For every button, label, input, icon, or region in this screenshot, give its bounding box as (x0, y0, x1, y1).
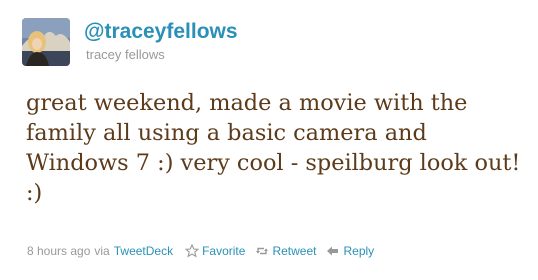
star-icon (185, 244, 200, 258)
tweet-text: great weekend, made a movie with the fam… (26, 90, 521, 206)
tweet-meta: 8 hours ago via TweetDeck Favorite Retwe… (27, 243, 374, 259)
timestamp-link[interactable]: 8 hours ago (27, 243, 90, 259)
reply-label: Reply (343, 244, 375, 258)
reply-arrow-icon (326, 244, 340, 258)
favorite-label: Favorite (202, 244, 246, 258)
full-name: tracey fellows (86, 47, 165, 62)
retweet-icon (255, 244, 269, 258)
source-link[interactable]: TweetDeck (114, 243, 173, 259)
retweet-label: Retweet (272, 244, 317, 258)
screen-name-link[interactable]: @traceyfellows (84, 18, 238, 46)
reply-button[interactable]: Reply (326, 243, 374, 259)
favorite-button[interactable]: Favorite (185, 243, 245, 259)
avatar[interactable] (22, 18, 70, 66)
via-label: via (94, 244, 110, 258)
retweet-button[interactable]: Retweet (255, 243, 316, 259)
